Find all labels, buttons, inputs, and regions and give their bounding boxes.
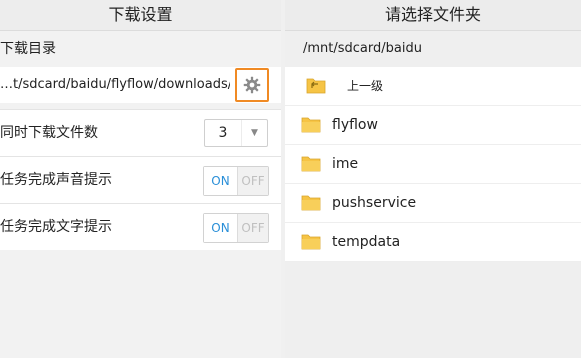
- parent-folder-label: 上一级: [347, 79, 384, 93]
- folder-up-icon: [306, 78, 326, 94]
- folder-row[interactable]: pushservice: [285, 184, 581, 223]
- download-path-text: …t/sdcard/baidu/flyflow/downloads/: [0, 77, 230, 92]
- triangle-down-icon: ▼: [241, 120, 267, 146]
- download-path-row: …t/sdcard/baidu/flyflow/downloads/: [0, 67, 281, 103]
- toggle-on-label: ON: [204, 214, 238, 242]
- folder-row[interactable]: ime: [285, 145, 581, 184]
- folder-picker-title: 请选择文件夹: [285, 0, 581, 31]
- toggle-off-label: OFF: [238, 167, 268, 195]
- folder-row[interactable]: flyflow: [285, 106, 581, 145]
- folder-icon: [301, 117, 321, 133]
- text-notify-toggle[interactable]: ON OFF: [203, 213, 269, 243]
- toggle-on-label: ON: [204, 167, 238, 195]
- folder-icon: [301, 156, 321, 172]
- text-notify-row: 任务完成文字提示 ON OFF: [0, 203, 281, 250]
- concurrent-downloads-row: 同时下载文件数 3 ▼: [0, 109, 281, 156]
- folder-name: tempdata: [332, 234, 401, 250]
- download-settings-title: 下载设置: [0, 0, 281, 31]
- sound-notify-label: 任务完成声音提示: [0, 172, 112, 188]
- parent-folder-row[interactable]: 上一级: [285, 67, 581, 106]
- text-notify-label: 任务完成文字提示: [0, 219, 112, 235]
- sound-notify-toggle[interactable]: ON OFF: [203, 166, 269, 196]
- concurrent-downloads-label: 同时下载文件数: [0, 125, 98, 141]
- current-path: /mnt/sdcard/baidu: [285, 31, 581, 67]
- folder-icon: [301, 234, 321, 250]
- folder-name: pushservice: [332, 195, 417, 211]
- gear-icon: [243, 76, 261, 94]
- folder-icon: [301, 195, 321, 211]
- sound-notify-row: 任务完成声音提示 ON OFF: [0, 156, 281, 203]
- toggle-off-label: OFF: [238, 214, 268, 242]
- folder-row[interactable]: tempdata: [285, 223, 581, 262]
- download-dir-label: 下载目录: [0, 31, 281, 67]
- folder-name: flyflow: [332, 117, 378, 133]
- choose-folder-button[interactable]: [235, 68, 269, 102]
- download-settings-panel: 下载设置 下载目录 …t/sdcard/baidu/flyflow/downlo…: [0, 0, 281, 358]
- folder-name: ime: [332, 156, 359, 172]
- folder-picker-panel: 请选择文件夹 /mnt/sdcard/baidu 上一级 flyflow ime…: [285, 0, 581, 358]
- concurrent-downloads-value: 3: [218, 125, 228, 141]
- concurrent-downloads-select[interactable]: 3 ▼: [204, 119, 268, 147]
